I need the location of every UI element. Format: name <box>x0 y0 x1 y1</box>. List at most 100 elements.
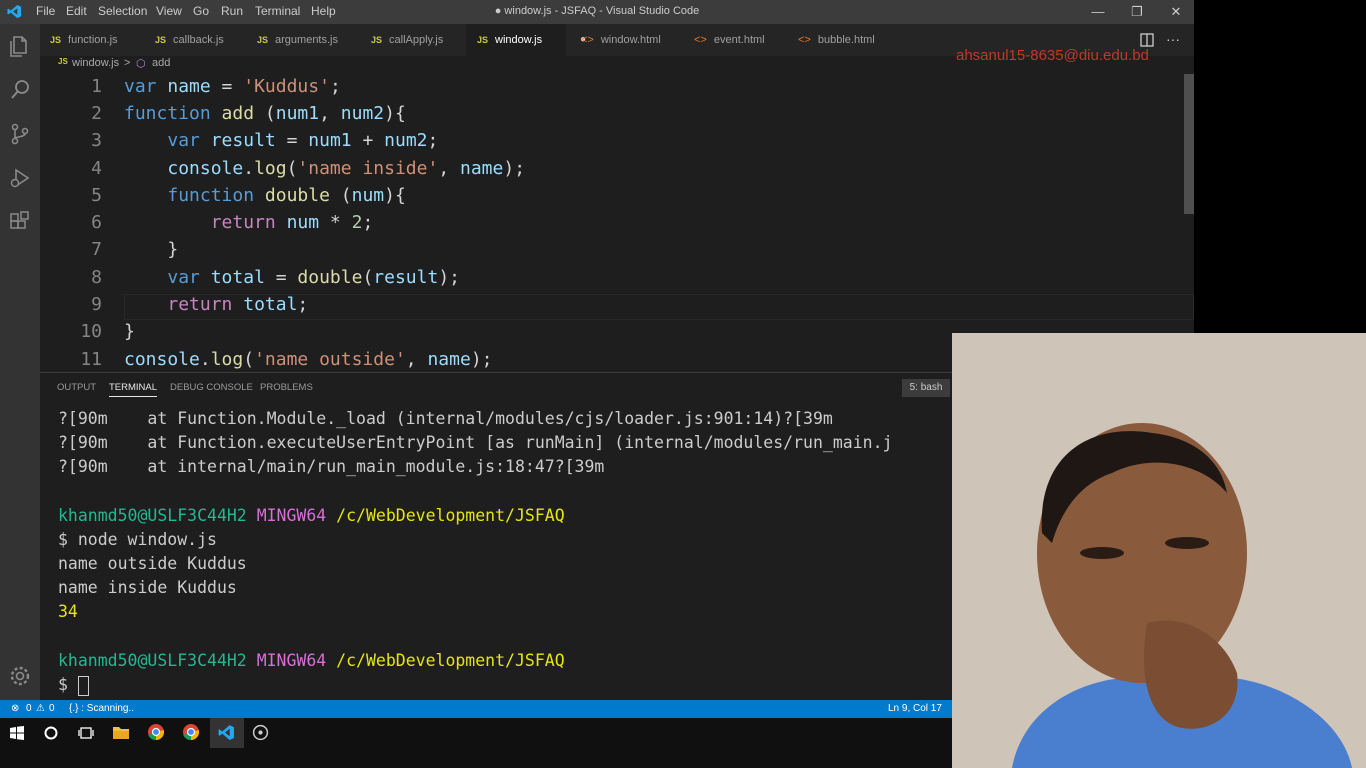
js-file-icon: JS <box>477 35 489 45</box>
source-control-icon[interactable] <box>8 122 32 146</box>
terminal-selector[interactable]: 5: bash <box>902 379 950 397</box>
prompt-path: /c/WebDevelopment/JSFAQ <box>336 506 565 525</box>
window-title: ● window.js - JSFAQ - Visual Studio Code <box>494 5 700 17</box>
line-number: 9 <box>91 294 102 315</box>
terminal-result: 34 <box>58 602 78 621</box>
tab-bubble-html[interactable]: <> bubble.html <box>798 24 898 56</box>
search-icon[interactable] <box>8 78 32 102</box>
presenter-video-image <box>952 333 1366 768</box>
settings-gear-icon[interactable] <box>8 664 32 688</box>
html-file-icon: <> <box>798 34 811 46</box>
warning-count[interactable]: 0 <box>49 703 55 714</box>
title-bar: File Edit Selection View Go Run Terminal… <box>0 0 1194 24</box>
breadcrumb-symbol[interactable]: add <box>152 57 170 69</box>
tab-label: window.html <box>600 34 661 46</box>
error-icon[interactable]: ⊗ <box>11 703 19 714</box>
prompt-path: /c/WebDevelopment/JSFAQ <box>336 651 565 670</box>
restore-button[interactable]: ❐ <box>1122 2 1152 22</box>
js-file-icon: JS <box>371 35 383 45</box>
editor-scrollbar[interactable] <box>1184 74 1194 214</box>
code-editor[interactable]: 1 2 3 4 5 6 7 8 9 10 11 var name = 'Kudd… <box>40 72 1194 372</box>
breadcrumb-file[interactable]: window.js <box>72 57 119 69</box>
tab-label: function.js <box>68 34 118 46</box>
overlay-email-watermark: ahsanul15-8635@diu.edu.bd <box>956 47 1149 64</box>
terminal-trace-line: ?[90m at Function.Module._load (internal… <box>58 409 833 428</box>
webcam-overlay <box>952 333 1366 768</box>
prompt-user: khanmd50@USLF3C44H2 <box>58 651 247 670</box>
tab-label: window.js <box>495 34 543 46</box>
prompt-system: MINGW64 <box>256 506 327 525</box>
terminal-prompt: khanmd50@USLF3C44H2 MINGW64 /c/WebDevelo… <box>58 506 565 525</box>
status-bar: ⊗ 0 ⚠ 0 {.} : Scanning.. Ln 9, Col 17 <box>0 700 952 718</box>
chrome-icon[interactable] <box>147 723 165 741</box>
warning-icon[interactable]: ⚠ <box>36 703 45 714</box>
prompt-dollar: $ <box>58 675 68 694</box>
tab-label: event.html <box>713 34 765 46</box>
windows-taskbar <box>0 718 952 768</box>
tab-window-html[interactable]: <> window.html <box>581 24 693 56</box>
vscode-icon[interactable] <box>218 724 235 741</box>
panel-tab-problems[interactable]: PROBLEMS <box>260 382 313 393</box>
code-line: var result = num1 + num2; <box>167 130 439 151</box>
html-file-icon: <> <box>694 34 707 46</box>
js-file-icon: JS <box>257 35 269 45</box>
panel-tab-terminal[interactable]: TERMINAL <box>109 382 158 397</box>
tab-arguments-js[interactable]: JS arguments.js <box>257 24 367 56</box>
tab-callback-js[interactable]: JS callback.js <box>155 24 259 56</box>
files-icon[interactable] <box>8 34 32 58</box>
code-line: } <box>124 239 179 260</box>
line-number: 4 <box>91 158 102 179</box>
tab-label: bubble.html <box>817 34 875 46</box>
line-number: 11 <box>80 349 102 370</box>
more-actions-icon[interactable]: ··· <box>1166 31 1180 47</box>
windows-start-icon[interactable] <box>10 726 24 740</box>
code-line: function double (num){ <box>167 185 406 206</box>
code-line: var total = double(result); <box>167 267 461 288</box>
cursor-position[interactable]: Ln 9, Col 17 <box>888 703 942 714</box>
terminal-command: $ node window.js <box>58 530 217 549</box>
code-line: return num * 2; <box>210 212 374 233</box>
tab-function-js[interactable]: JS function.js <box>50 24 150 56</box>
terminal-output-line: name inside Kuddus <box>58 578 237 597</box>
file-explorer-icon[interactable] <box>112 724 130 740</box>
run-debug-icon[interactable] <box>8 166 32 190</box>
code-line: console.log('name inside', name); <box>167 158 526 179</box>
minimize-button[interactable]: — <box>1083 2 1113 22</box>
app-icon[interactable] <box>252 724 269 741</box>
split-editor-icon[interactable] <box>1140 33 1154 47</box>
panel-tab-debug-console[interactable]: DEBUG CONSOLE <box>170 382 253 393</box>
activity-bar <box>0 24 40 700</box>
breadcrumb-separator: > <box>124 57 131 69</box>
panel-tab-output[interactable]: OUTPUT <box>57 382 96 393</box>
terminal-cursor <box>77 675 89 696</box>
line-number: 6 <box>91 212 102 233</box>
line-number: 10 <box>80 321 102 342</box>
extensions-icon[interactable] <box>8 210 32 234</box>
cortana-icon[interactable] <box>44 726 58 740</box>
bottom-panel: OUTPUT TERMINAL DEBUG CONSOLE PROBLEMS 5… <box>40 372 954 700</box>
tab-event-html[interactable]: <> event.html <box>694 24 794 56</box>
tab-window-js[interactable]: JS window.js ● <box>466 24 586 56</box>
terminal-input-line[interactable]: $ <box>58 675 89 696</box>
cube-method-icon: ⬡ <box>136 58 146 70</box>
tab-label: callApply.js <box>389 34 444 46</box>
task-view-icon[interactable] <box>78 726 94 740</box>
tab-callapply-js[interactable]: JS callApply.js <box>371 24 471 56</box>
scanning-status[interactable]: {.} : Scanning.. <box>69 703 134 714</box>
line-number: 3 <box>91 130 102 151</box>
close-button[interactable]: ✕ <box>1161 2 1191 22</box>
terminal-trace-line: ?[90m at Function.executeUserEntryPoint … <box>58 433 893 452</box>
line-number: 1 <box>91 76 102 97</box>
terminal-prompt: khanmd50@USLF3C44H2 MINGW64 /c/WebDevelo… <box>58 651 565 670</box>
prompt-user: khanmd50@USLF3C44H2 <box>58 506 247 525</box>
terminal-output-line: name outside Kuddus <box>58 554 247 573</box>
error-count[interactable]: 0 <box>26 703 32 714</box>
prompt-system: MINGW64 <box>256 651 327 670</box>
chrome-canary-icon[interactable] <box>182 723 200 741</box>
line-number: 7 <box>91 239 102 260</box>
line-number: 8 <box>91 267 102 288</box>
tab-label: arguments.js <box>275 34 338 46</box>
code-line: function add (num1, num2){ <box>124 103 406 124</box>
tab-label: callback.js <box>173 34 224 46</box>
code-line: } <box>124 321 135 342</box>
